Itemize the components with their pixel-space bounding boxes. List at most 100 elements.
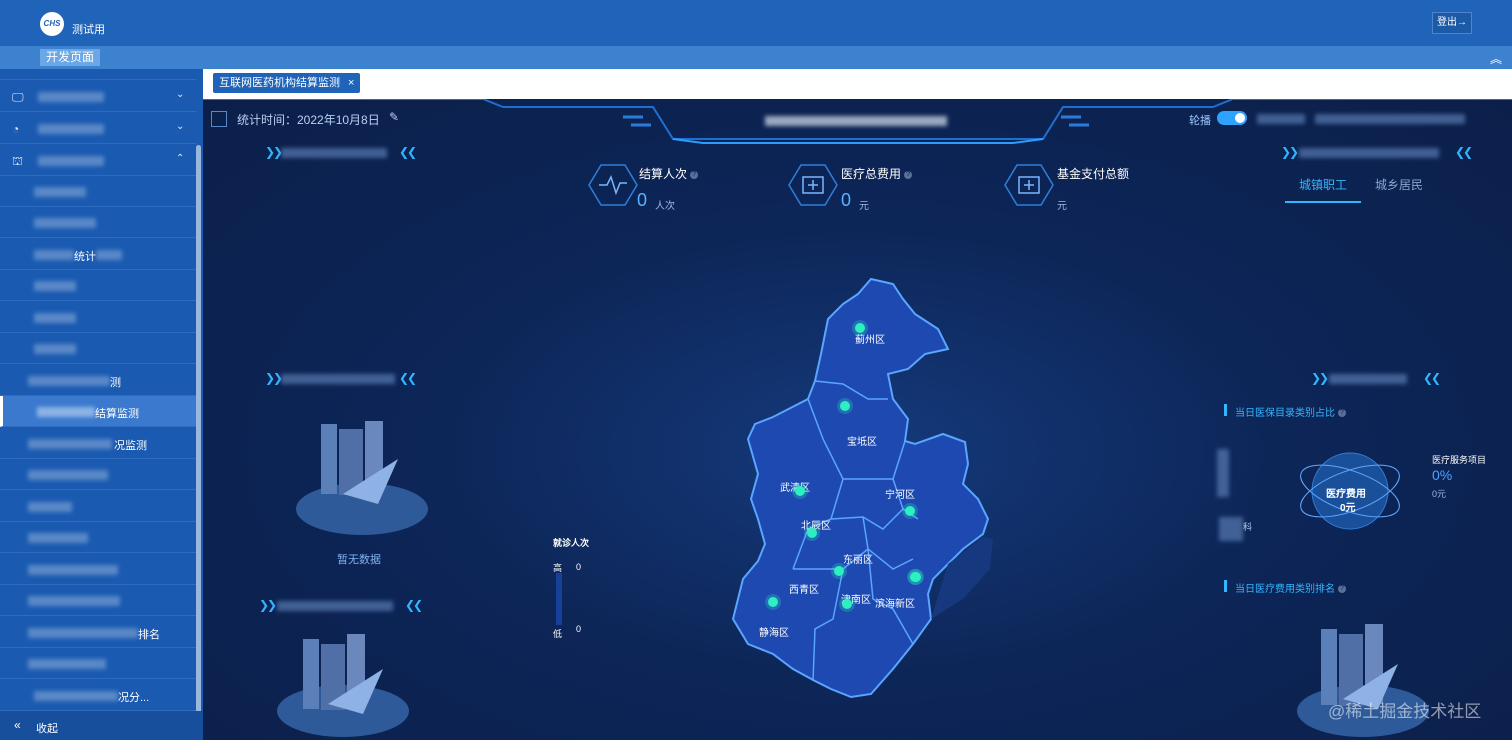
sidebar-collapse-button[interactable]: « 收起 bbox=[0, 711, 203, 740]
sidebar-subitem[interactable] bbox=[0, 522, 196, 553]
blurred-label bbox=[28, 439, 112, 449]
sidebar-subitem[interactable] bbox=[0, 333, 196, 364]
legend-low-label: 低 bbox=[553, 629, 563, 639]
help-icon[interactable]: ? bbox=[690, 170, 699, 179]
collapse-header-icon[interactable]: ︽ bbox=[1490, 50, 1502, 67]
catalog-title: 当日医保目录类别占比? bbox=[1235, 404, 1346, 419]
sidebar-subitem-label: 统计 bbox=[74, 251, 96, 263]
sidebar-subitem-label: 排名 bbox=[138, 629, 160, 641]
district-marker[interactable] bbox=[768, 597, 778, 607]
district-label[interactable]: 东丽区 bbox=[843, 551, 873, 566]
empty-data-illustration bbox=[296, 421, 428, 535]
sidebar-subitem-label: 况监测 bbox=[114, 440, 147, 452]
blurred-label bbox=[37, 407, 95, 417]
chevrons-left-icon: ❮❮ bbox=[1455, 145, 1473, 159]
edit-icon[interactable]: ✎ bbox=[389, 110, 399, 124]
district-marker[interactable] bbox=[910, 572, 920, 582]
blurred-label bbox=[38, 92, 104, 102]
blurred-label bbox=[34, 187, 86, 197]
blurred-legend bbox=[1217, 449, 1229, 497]
blurred-label bbox=[34, 691, 118, 701]
sidebar-item-hidden[interactable] bbox=[0, 69, 196, 80]
district-marker[interactable] bbox=[855, 323, 865, 333]
app-root: CHS 测试用 登出→ 开发页面 ︽ 🖵 ⌄ ◔ ⌄ ⛫ ⌃ 统计 测 结算监测 bbox=[0, 0, 1512, 740]
sidebar-subitem-active[interactable]: 结算监测 bbox=[0, 396, 196, 427]
ranking-title: 当日医疗费用类别排名? bbox=[1235, 580, 1346, 595]
district-marker[interactable] bbox=[795, 486, 805, 496]
sidebar-subitem[interactable]: 排名 bbox=[0, 617, 196, 648]
sidebar-subitem[interactable] bbox=[0, 176, 196, 207]
stat-time: 统计时间：2022年10月8日 bbox=[237, 113, 380, 127]
collapse-label: 收起 bbox=[36, 723, 58, 735]
tab-urban-employees[interactable]: 城镇职工 bbox=[1299, 176, 1347, 193]
heartbeat-icon bbox=[588, 164, 638, 206]
sidebar-subitem[interactable] bbox=[0, 207, 196, 238]
sidebar-scrollbar[interactable] bbox=[196, 145, 201, 715]
blurred-label bbox=[28, 596, 120, 606]
district-label[interactable]: 宝坻区 bbox=[847, 433, 877, 448]
chevrons-right-icon: ❯❯ bbox=[259, 598, 277, 612]
blurred-info bbox=[1257, 114, 1305, 124]
sidebar-item-monitor[interactable]: 🖵 ⌄ bbox=[0, 81, 196, 112]
help-icon[interactable]: ? bbox=[1338, 585, 1346, 594]
logout-button[interactable]: 登出→ bbox=[1432, 12, 1472, 34]
sidebar-subitem[interactable] bbox=[0, 302, 196, 333]
district-marker[interactable] bbox=[905, 506, 915, 516]
blurred-label bbox=[34, 281, 76, 291]
kpi-unit: 元 bbox=[1057, 201, 1067, 212]
blurred-label bbox=[34, 313, 76, 323]
chevrons-left-icon: ❮❮ bbox=[399, 371, 417, 385]
district-label[interactable]: 宁河区 bbox=[885, 486, 915, 501]
double-chevron-left-icon: « bbox=[14, 718, 21, 732]
district-label[interactable]: 滨海新区 bbox=[875, 595, 915, 610]
district-label[interactable]: 西青区 bbox=[789, 581, 819, 596]
legend-low-value: 0 bbox=[576, 624, 582, 634]
sidebar-subitem[interactable] bbox=[0, 491, 196, 522]
blurred-dashboard-title bbox=[765, 116, 947, 126]
carousel-toggle[interactable] bbox=[1217, 111, 1247, 125]
blurred-label bbox=[38, 156, 104, 166]
district-label[interactable]: 静海区 bbox=[759, 624, 789, 639]
watermark: @稀土掘金技术社区 bbox=[1328, 702, 1482, 721]
sidebar-subitem[interactable]: 测 bbox=[0, 365, 196, 396]
blurred-label bbox=[96, 250, 122, 260]
fullscreen-icon[interactable] bbox=[211, 111, 227, 127]
tab-settlement-monitor[interactable]: 互联网医药机构结算监测 × bbox=[213, 73, 361, 93]
blurred-section-title bbox=[281, 374, 395, 384]
district-marker[interactable] bbox=[834, 566, 844, 576]
blurred-label bbox=[28, 628, 138, 638]
sidebar-subitem[interactable] bbox=[0, 270, 196, 301]
chevrons-left-icon: ❮❮ bbox=[399, 145, 417, 159]
chevron-down-icon: ⌄ bbox=[176, 121, 185, 132]
sidebar-item-dashboard[interactable]: ◔ ⌄ bbox=[0, 113, 196, 144]
sidebar-subitem[interactable] bbox=[0, 554, 196, 585]
tab-urban-rural-residents[interactable]: 城乡居民 bbox=[1375, 176, 1423, 193]
sidebar-subitem[interactable] bbox=[0, 648, 196, 679]
ring-title: 医疗费用 bbox=[1326, 489, 1366, 500]
sidebar-subitem[interactable]: 况分... bbox=[0, 680, 196, 711]
sidebar-subitem-label: 结算监测 bbox=[95, 408, 139, 420]
district-label[interactable]: 蓟州区 bbox=[855, 331, 885, 346]
blurred-label bbox=[28, 565, 118, 575]
sidebar-subitem[interactable] bbox=[0, 585, 196, 616]
sidebar-subitem[interactable]: 况监测 bbox=[0, 428, 196, 459]
service-percent: 0% bbox=[1432, 467, 1453, 483]
blurred-label bbox=[28, 659, 106, 669]
sidebar-item-boards[interactable]: ⛫ ⌃ bbox=[0, 145, 196, 176]
close-icon[interactable]: × bbox=[348, 77, 354, 89]
legend-partial-label: 科 bbox=[1243, 522, 1253, 532]
kpi-unit: 人次 bbox=[655, 201, 675, 212]
blurred-section-title bbox=[281, 148, 387, 158]
top-header: CHS 测试用 登出→ bbox=[0, 0, 1512, 46]
sidebar-subitem[interactable] bbox=[0, 459, 196, 490]
district-marker[interactable] bbox=[807, 528, 817, 538]
chevrons-right-icon: ❯❯ bbox=[265, 371, 283, 385]
help-icon[interactable]: ? bbox=[904, 170, 913, 179]
district-marker[interactable] bbox=[842, 599, 852, 609]
help-icon[interactable]: ? bbox=[1338, 409, 1346, 418]
kpi-value: 0 bbox=[637, 190, 648, 210]
sidebar-subitem-label: 测 bbox=[110, 377, 121, 389]
dashboard: 统计时间：2022年10月8日 ✎ 轮播 结算人次? 0 人次 医疗总费用? 0… bbox=[203, 99, 1512, 740]
district-marker[interactable] bbox=[840, 401, 850, 411]
sidebar-subitem[interactable]: 统计 bbox=[0, 239, 196, 270]
